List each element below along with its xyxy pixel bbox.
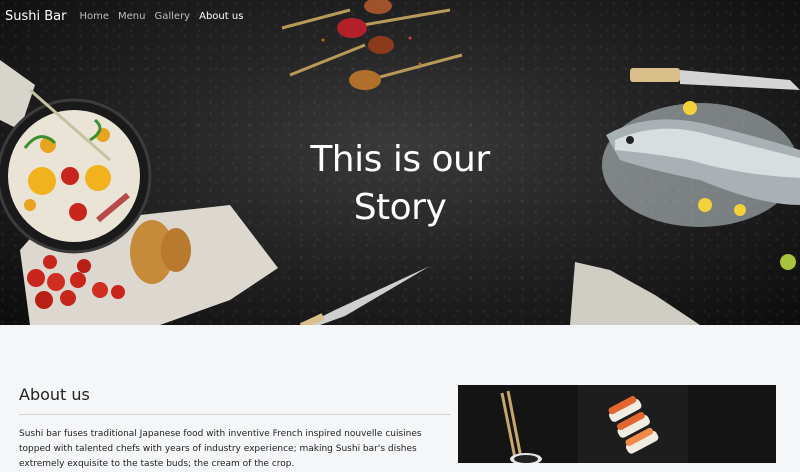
about-paragraph: Sushi bar fuses traditional Japanese foo…: [19, 429, 422, 469]
hero-title: This is our Story: [250, 136, 550, 232]
nav-link-gallery[interactable]: Gallery: [154, 11, 190, 22]
top-navbar: Sushi Bar Home Menu Gallery About us: [0, 0, 800, 32]
fish-on-ice: [602, 101, 800, 270]
nav-link-menu[interactable]: Menu: [118, 11, 145, 22]
hero-title-line-2: Story: [353, 187, 447, 229]
hero-banner: Sushi Bar Home Menu Gallery About us Thi…: [0, 0, 800, 325]
nav-link-home[interactable]: Home: [79, 11, 109, 22]
sushi-image: [458, 385, 776, 463]
brand-logo[interactable]: Sushi Bar: [5, 9, 66, 24]
nav-link-about-us[interactable]: About us: [199, 11, 243, 22]
sushi-illustration: [458, 385, 776, 463]
kitchen-knife-top: [630, 68, 800, 90]
about-heading: About us: [19, 385, 90, 404]
about-divider: [19, 414, 451, 415]
hero-title-line-1: This is our: [310, 139, 490, 181]
kitchen-knife-bottom: [299, 266, 430, 325]
